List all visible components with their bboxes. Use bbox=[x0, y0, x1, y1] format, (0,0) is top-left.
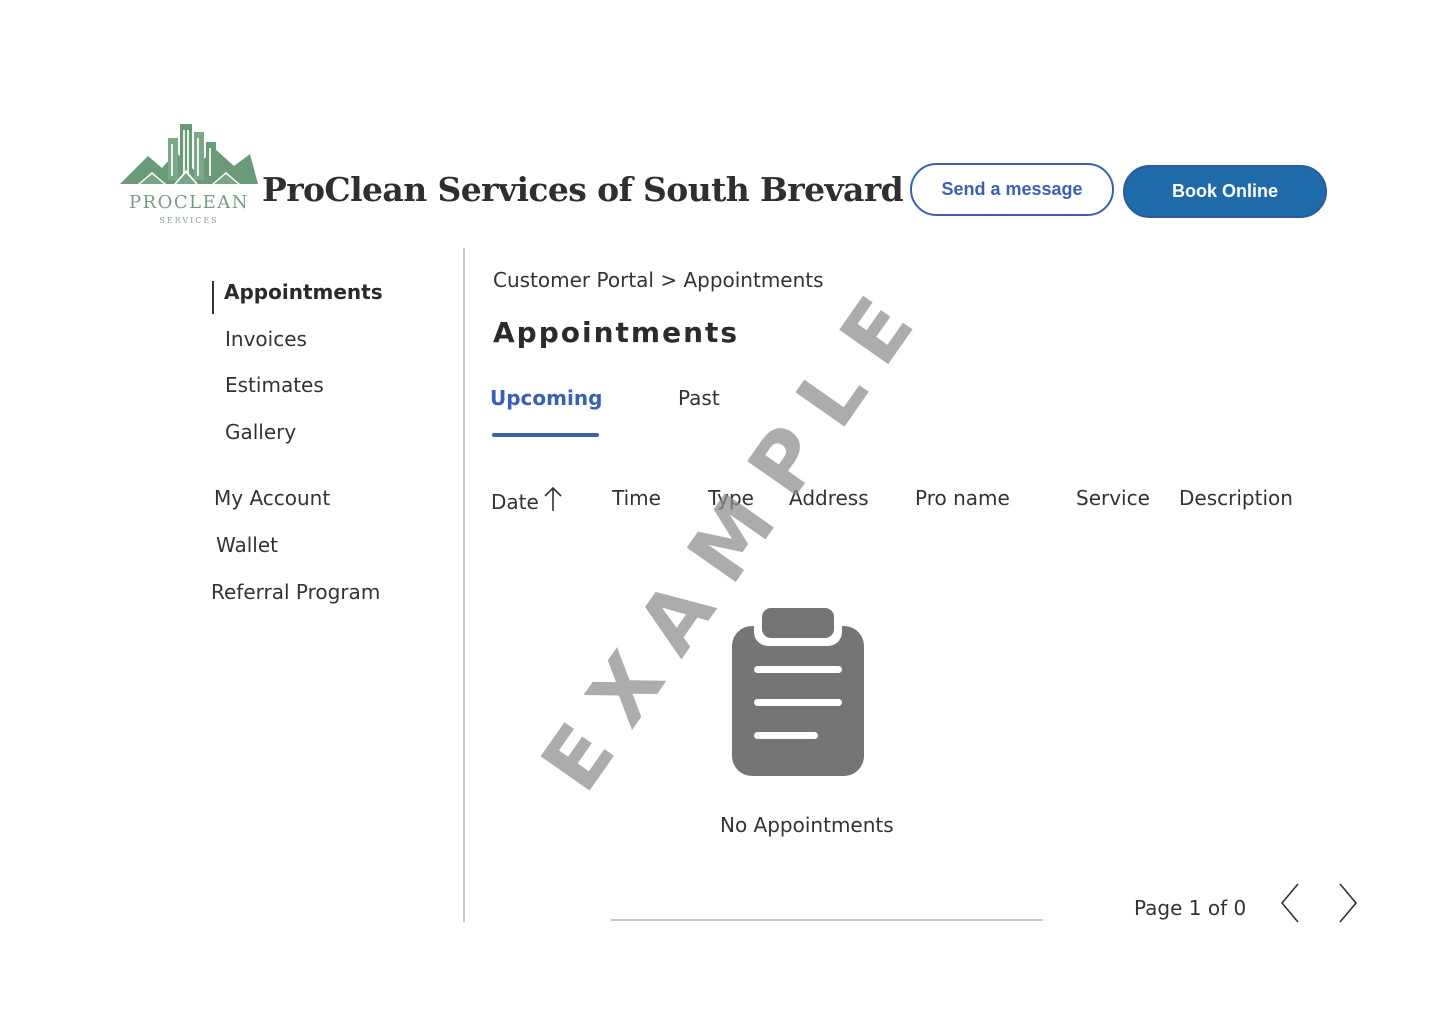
send-message-button[interactable]: Send a message bbox=[910, 163, 1114, 216]
active-tab-underline bbox=[492, 433, 599, 437]
column-header-date[interactable]: Date bbox=[491, 486, 563, 517]
empty-state-message: No Appointments bbox=[720, 813, 894, 837]
sidebar-item-appointments[interactable]: Appointments bbox=[224, 280, 383, 304]
sidebar-divider bbox=[463, 248, 465, 922]
chevron-left-icon[interactable] bbox=[1278, 882, 1304, 924]
company-logo: PROCLEAN SERVICES bbox=[118, 118, 260, 230]
sidebar-item-invoices[interactable]: Invoices bbox=[225, 327, 307, 351]
sidebar-item-gallery[interactable]: Gallery bbox=[225, 420, 296, 444]
table-bottom-divider bbox=[611, 919, 1043, 921]
column-header-time[interactable]: Time bbox=[612, 486, 661, 510]
sidebar-item-referral-program[interactable]: Referral Program bbox=[211, 580, 380, 604]
clipboard-icon bbox=[732, 604, 864, 776]
tab-past[interactable]: Past bbox=[678, 386, 720, 410]
building-mountain-logo-icon bbox=[120, 124, 258, 184]
column-header-pro-name[interactable]: Pro name bbox=[915, 486, 1010, 510]
column-header-service[interactable]: Service bbox=[1076, 486, 1150, 510]
sidebar-item-wallet[interactable]: Wallet bbox=[216, 533, 278, 557]
page-title: Appointments bbox=[493, 316, 740, 349]
book-online-button[interactable]: Book Online bbox=[1123, 165, 1327, 218]
sidebar-item-estimates[interactable]: Estimates bbox=[225, 373, 324, 397]
column-header-type[interactable]: Type bbox=[708, 486, 754, 510]
logo-subtext: SERVICES bbox=[159, 216, 219, 225]
sidebar-item-my-account[interactable]: My Account bbox=[214, 486, 330, 510]
company-name: ProClean Services of South Brevard bbox=[262, 170, 904, 209]
tab-upcoming[interactable]: Upcoming bbox=[490, 386, 602, 410]
sidebar-active-indicator bbox=[212, 281, 214, 314]
breadcrumb: Customer Portal > Appointments bbox=[493, 268, 824, 292]
column-header-date-label: Date bbox=[491, 490, 539, 514]
column-header-address[interactable]: Address bbox=[789, 486, 869, 510]
arrow-up-icon[interactable] bbox=[543, 486, 563, 517]
logo-wordmark: PROCLEAN bbox=[128, 192, 250, 213]
column-header-description[interactable]: Description bbox=[1179, 486, 1293, 510]
chevron-right-icon[interactable] bbox=[1334, 882, 1360, 924]
pagination-label: Page 1 of 0 bbox=[1134, 896, 1247, 920]
